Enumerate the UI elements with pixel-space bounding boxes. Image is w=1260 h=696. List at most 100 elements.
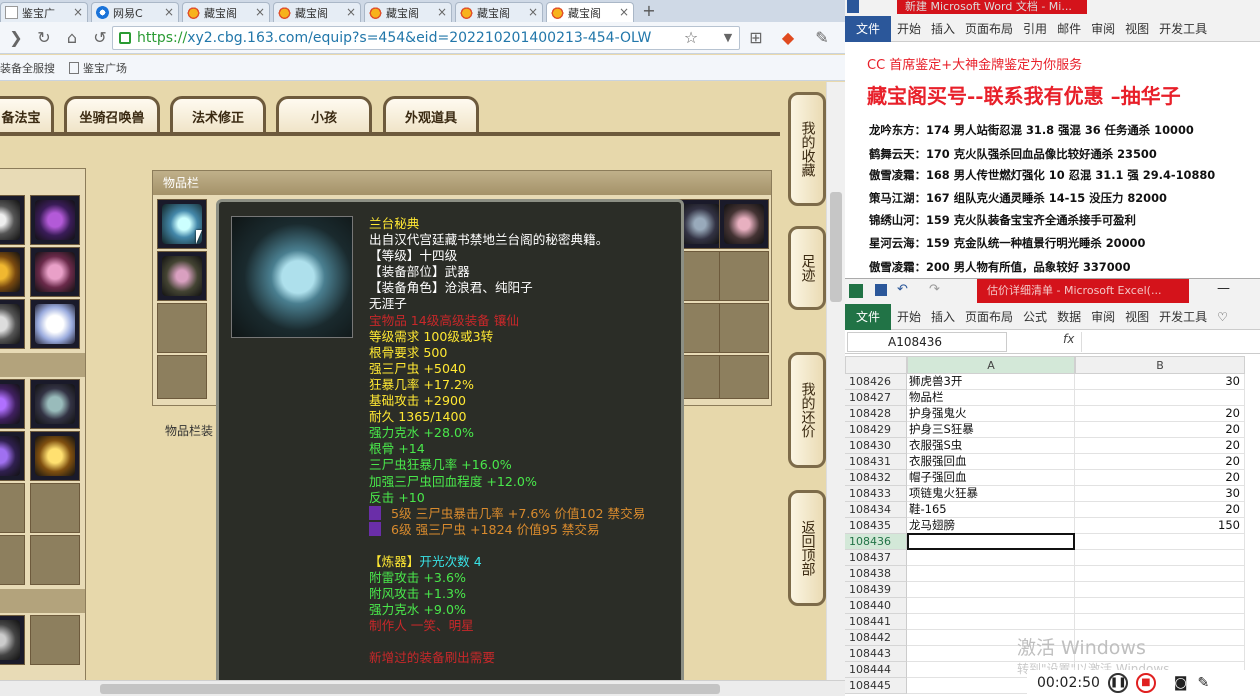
inventory-slot[interactable] <box>157 251 207 301</box>
cell-b[interactable]: 20 <box>1075 502 1245 518</box>
ribbon-tab[interactable]: 引用 <box>1023 20 1047 37</box>
name-box[interactable]: A108436 <box>847 332 1007 352</box>
chevron-down-icon[interactable]: ▼ <box>716 26 740 50</box>
cell-a[interactable]: 狮虎兽3开 <box>907 374 1075 390</box>
ribbon-tab[interactable]: 页面布局 <box>965 308 1013 325</box>
wrench-icon[interactable]: ✎ <box>810 26 834 50</box>
equip-slot[interactable] <box>30 195 80 245</box>
vertical-scrollbar[interactable] <box>826 82 845 680</box>
active-cell[interactable] <box>907 533 1075 550</box>
cell-a[interactable]: 鞋-165 <box>907 502 1075 518</box>
row-header[interactable]: 108440 <box>845 598 907 614</box>
cell-b[interactable] <box>1075 534 1245 550</box>
favorites-button[interactable]: 我的收藏 <box>788 92 826 206</box>
file-button[interactable]: 文件 <box>845 15 891 42</box>
stop-record-icon[interactable]: ■ <box>1135 673 1156 693</box>
equip-slot[interactable] <box>0 535 25 585</box>
ribbon-tab[interactable]: 开始 <box>897 308 921 325</box>
row-header[interactable]: 108445 <box>845 678 907 694</box>
equip-slot[interactable] <box>30 431 80 481</box>
row-header[interactable]: 108433 <box>845 486 907 502</box>
tab-child[interactable]: 小孩 <box>276 96 372 134</box>
row-header[interactable]: 108441 <box>845 614 907 630</box>
cell-a[interactable]: 项链鬼火狂暴 <box>907 486 1075 502</box>
scroll-thumb[interactable] <box>100 684 720 694</box>
select-all-corner[interactable] <box>845 356 907 374</box>
equip-slot[interactable] <box>0 247 25 297</box>
ribbon-tab[interactable]: 开发工具 <box>1159 308 1207 325</box>
inventory-slot[interactable] <box>719 303 769 353</box>
row-header[interactable]: 108442 <box>845 630 907 646</box>
minimize-icon[interactable]: — <box>1217 281 1230 296</box>
equip-slot[interactable] <box>30 483 80 533</box>
close-tab-icon[interactable]: × <box>437 5 447 19</box>
my-counteroffer-button[interactable]: 我的还价 <box>788 352 826 468</box>
cell-b[interactable] <box>1075 582 1245 598</box>
file-button[interactable]: 文件 <box>845 303 891 330</box>
ribbon-tab[interactable]: 页面布局 <box>965 20 1013 37</box>
cell-b[interactable]: 20 <box>1075 454 1245 470</box>
ribbon-tab[interactable]: 审阅 <box>1091 308 1115 325</box>
cell-b[interactable]: 20 <box>1075 438 1245 454</box>
cell-b[interactable] <box>1075 390 1245 406</box>
close-tab-icon[interactable]: × <box>528 5 538 19</box>
row-header[interactable]: 108434 <box>845 502 907 518</box>
equip-slot[interactable] <box>30 247 80 297</box>
row-header[interactable]: 108432 <box>845 470 907 486</box>
equip-slot[interactable] <box>0 483 25 533</box>
ribbon-tab[interactable]: 开始 <box>897 20 921 37</box>
cell-a[interactable] <box>907 566 1075 582</box>
close-tab-icon[interactable]: × <box>619 5 629 19</box>
extension-icon[interactable]: ◆ <box>776 26 800 50</box>
ribbon-tab[interactable]: 插入 <box>931 308 955 325</box>
cell-a[interactable] <box>907 550 1075 566</box>
undo-icon[interactable]: ↶ <box>897 282 908 297</box>
cell-b[interactable]: 20 <box>1075 470 1245 486</box>
home-icon[interactable]: ⌂ <box>60 26 84 50</box>
new-tab-button[interactable]: + <box>637 2 661 22</box>
tab-mount-pet[interactable]: 坐骑召唤兽 <box>64 96 160 134</box>
close-tab-icon[interactable]: × <box>346 5 356 19</box>
cell-a[interactable] <box>907 598 1075 614</box>
cell-b[interactable] <box>1075 550 1245 566</box>
row-header[interactable]: 108436 <box>845 534 907 550</box>
refresh-icon[interactable]: ↻ <box>32 26 56 50</box>
inventory-slot[interactable] <box>719 199 769 249</box>
ribbon-tab[interactable]: 审阅 <box>1091 20 1115 37</box>
scroll-thumb[interactable] <box>830 192 842 302</box>
ribbon-tab[interactable]: 公式 <box>1023 308 1047 325</box>
row-header[interactable]: 108427 <box>845 390 907 406</box>
grid-icon[interactable]: ⊞ <box>744 26 768 50</box>
cell-b[interactable]: 30 <box>1075 374 1245 390</box>
close-tab-icon[interactable]: × <box>73 5 83 19</box>
cell-b[interactable] <box>1075 566 1245 582</box>
save-icon[interactable] <box>875 284 887 296</box>
row-header[interactable]: 108439 <box>845 582 907 598</box>
equip-slot[interactable] <box>30 535 80 585</box>
back-to-top-button[interactable]: 返回顶部 <box>788 490 826 606</box>
undo-icon[interactable]: ↺ <box>88 26 112 50</box>
cell-a[interactable]: 护身三S狂暴 <box>907 422 1075 438</box>
equip-slot[interactable] <box>30 379 80 429</box>
cell-a[interactable]: 物品栏 <box>907 390 1075 406</box>
cell-b[interactable]: 30 <box>1075 486 1245 502</box>
ribbon-tab[interactable]: 开发工具 <box>1159 20 1207 37</box>
browser-tab-active[interactable]: 藏宝阁 × <box>546 2 634 22</box>
horizontal-scrollbar[interactable] <box>0 680 845 696</box>
forward-icon[interactable]: ❯ <box>4 26 28 50</box>
browser-tab[interactable]: 藏宝阁 × <box>273 2 361 22</box>
equip-slot[interactable] <box>0 615 25 665</box>
row-header[interactable]: 108435 <box>845 518 907 534</box>
cell-a[interactable]: 衣服强S虫 <box>907 438 1075 454</box>
row-header[interactable]: 108428 <box>845 406 907 422</box>
cell-a[interactable]: 护身强鬼火 <box>907 406 1075 422</box>
column-header-a[interactable]: A <box>907 356 1075 374</box>
ribbon-tab[interactable]: 数据 <box>1057 308 1081 325</box>
browser-tab[interactable]: 藏宝阁 × <box>455 2 543 22</box>
browser-tab[interactable]: 藏宝阁 × <box>182 2 270 22</box>
address-bar[interactable]: https://xy2.cbg.163.com/equip?s=454&eid=… <box>112 26 740 50</box>
inventory-slot[interactable] <box>157 303 207 353</box>
column-header-b[interactable]: B <box>1075 356 1245 374</box>
inventory-slot[interactable] <box>157 355 207 399</box>
cell-a[interactable]: 龙马翅膀 <box>907 518 1075 534</box>
